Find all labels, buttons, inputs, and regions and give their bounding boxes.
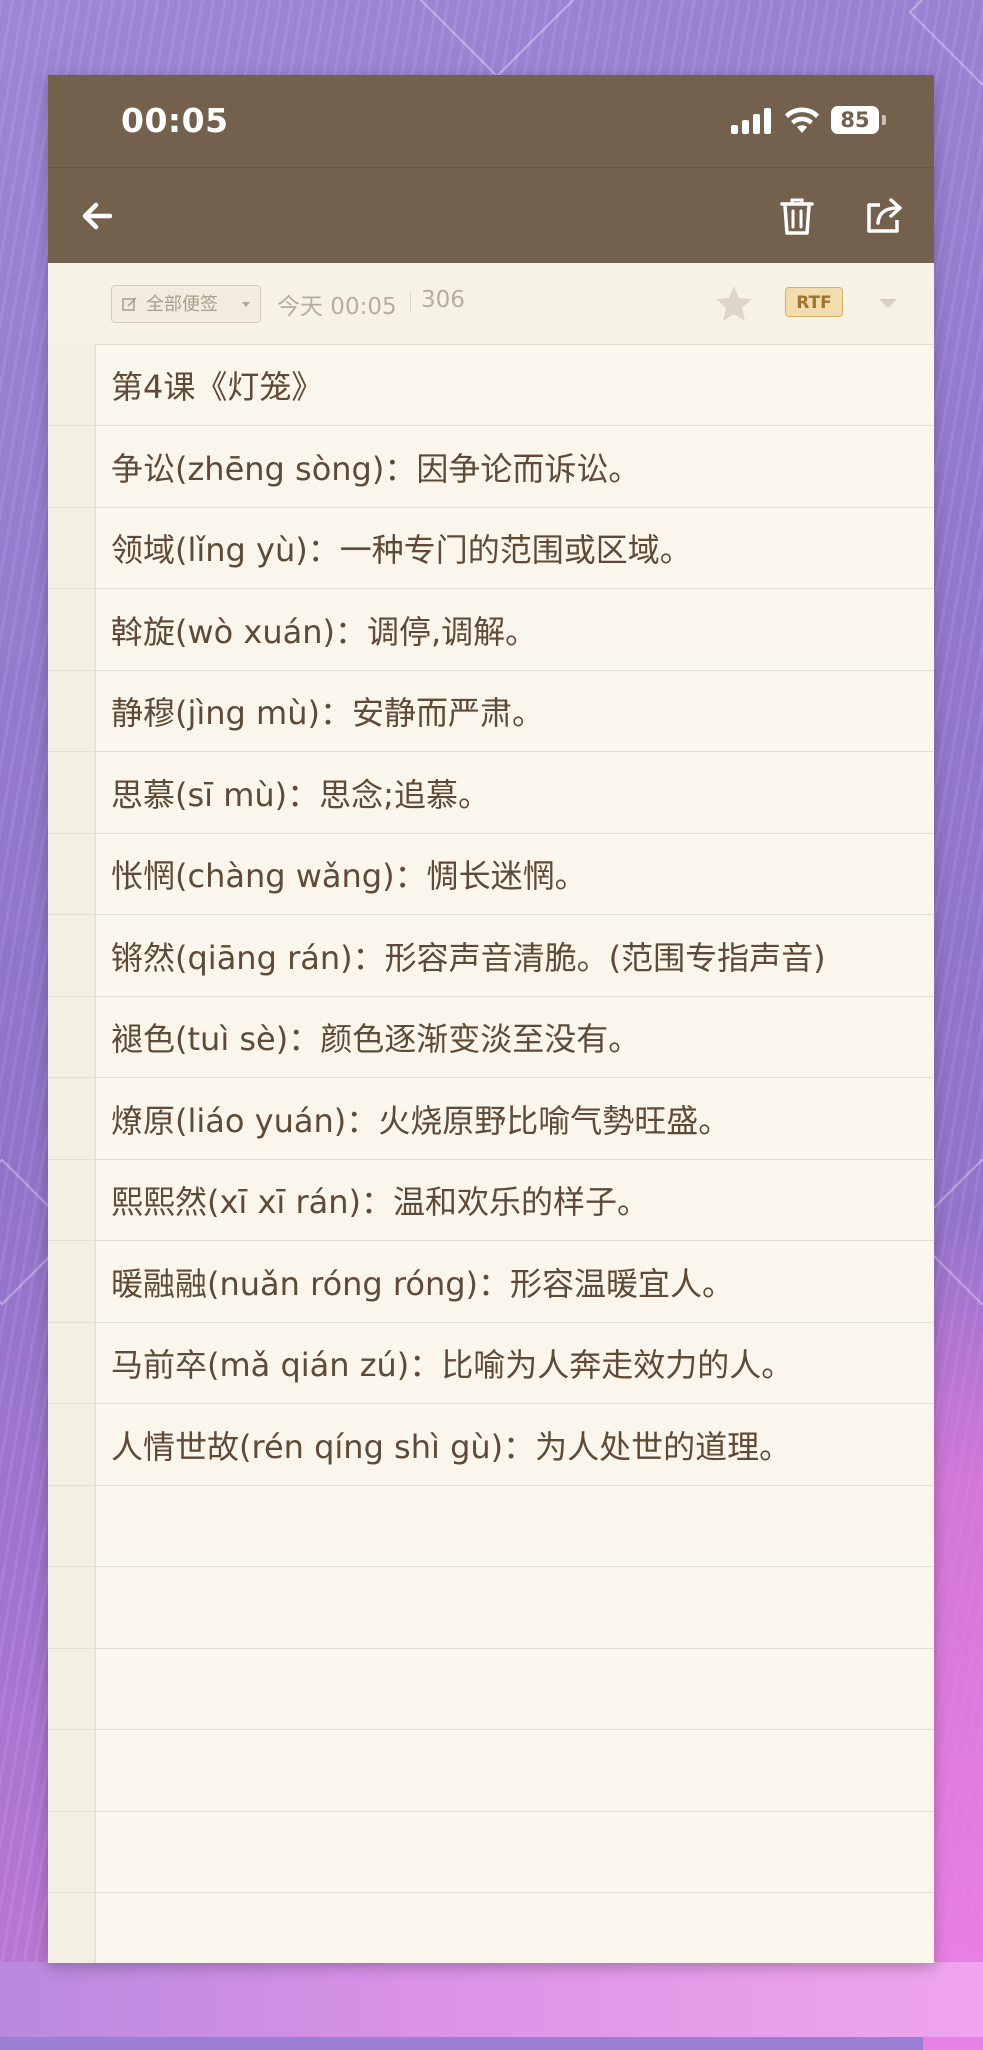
note-line[interactable]: 锵然(qiāng rán)：形容声音清脆。(范围专指声音): [48, 915, 934, 997]
note-line-text: 斡旋(wò xuán)：调停,调解。: [111, 612, 538, 651]
note-line[interactable]: 怅惘(chàng wǎng)：惆长迷惘。: [48, 833, 934, 915]
chevron-down-icon[interactable]: [879, 299, 897, 308]
note-line-text: 静穆(jìng mù)：安静而严肃。: [111, 694, 544, 732]
note-date: 今天 00:05: [277, 294, 397, 320]
divider: [410, 291, 411, 313]
note-line-text: 第4课《灯笼》: [111, 368, 324, 406]
note-line-text: 领域(lǐng yù)：一种专门的范围或区域。: [111, 531, 692, 569]
note-line[interactable]: 熙熙然(xī xī rán)：温和欢乐的样子。: [48, 1159, 934, 1241]
note-line[interactable]: 马前卒(mǎ qián zú)：比喻为人奔走效力的人。: [48, 1322, 934, 1404]
note-line[interactable]: [48, 1485, 934, 1567]
notes-app-window: 00:05 85 全部便签 今天 00:05 306 RTF 第4课《灯笼》 争…: [48, 75, 934, 1963]
note-line-text: 争讼(zhēng sòng)：因争论而诉讼。: [111, 449, 641, 488]
note-line[interactable]: 领域(lǐng yù)：一种专门的范围或区域。: [48, 507, 934, 589]
note-line-text: 人情世故(rén qíng shì gù)：为人处世的道理。: [111, 1427, 792, 1466]
star-icon[interactable]: [714, 283, 754, 323]
note-line-text: 暖融融(nuǎn róng róng)：形容温暖宜人。: [111, 1264, 735, 1303]
note-line-text: 锵然(qiāng rán)：形容声音清脆。(范围专指声音): [111, 938, 826, 977]
chevron-down-icon: [242, 302, 250, 307]
note-line-text: 褪色(tuì sè)：颜色逐渐变淡至没有。: [111, 1020, 641, 1058]
note-line-text: 熙熙然(xī xī rán)：温和欢乐的样子。: [111, 1183, 650, 1221]
note-line[interactable]: 人情世故(rén qíng shì gù)：为人处世的道理。: [48, 1404, 934, 1486]
status-time: 00:05: [121, 101, 229, 140]
rtf-format-badge[interactable]: RTF: [785, 287, 843, 317]
note-line[interactable]: [48, 1567, 934, 1649]
note-line[interactable]: 第4课《灯笼》: [48, 344, 934, 426]
note-line[interactable]: 斡旋(wò xuán)：调停,调解。: [48, 589, 934, 671]
wifi-icon: [785, 107, 819, 133]
note-body[interactable]: 第4课《灯笼》争讼(zhēng sòng)：因争论而诉讼。领域(lǐng yù)…: [48, 344, 934, 1963]
cellular-signal-icon: [731, 108, 773, 134]
note-line[interactable]: 暖融融(nuǎn róng róng)：形容温暖宜人。: [48, 1241, 934, 1323]
folder-tag-dropdown[interactable]: 全部便签: [111, 285, 261, 323]
battery-indicator: 85: [831, 106, 879, 134]
edit-note-icon: [122, 297, 137, 311]
note-line[interactable]: [48, 1893, 934, 1964]
note-line[interactable]: 争讼(zhēng sòng)：因争论而诉讼。: [48, 426, 934, 508]
battery-tip: [882, 115, 886, 125]
note-line[interactable]: 燎原(liáo yuán)：火烧原野比喻气勢旺盛。: [48, 1078, 934, 1160]
note-line[interactable]: [48, 1648, 934, 1730]
arrow-left-icon[interactable]: [74, 192, 122, 240]
note-line-text: 马前卒(mǎ qián zú)：比喻为人奔走效力的人。: [111, 1346, 794, 1384]
note-line[interactable]: [48, 1730, 934, 1812]
note-line[interactable]: [48, 1811, 934, 1893]
note-line[interactable]: 褪色(tuì sè)：颜色逐渐变淡至没有。: [48, 996, 934, 1078]
note-line[interactable]: 静穆(jìng mù)：安静而严肃。: [48, 670, 934, 752]
status-bar: 00:05 85: [48, 75, 934, 167]
note-line-text: 燎原(liáo yuán)：火烧原野比喻气勢旺盛。: [111, 1101, 731, 1140]
wallpaper-accent-bottom: [0, 1962, 983, 2037]
share-icon[interactable]: [860, 192, 908, 240]
note-line[interactable]: 思慕(sī mù)：思念;追慕。: [48, 752, 934, 834]
folder-tag-label: 全部便签: [146, 294, 218, 315]
note-toolbar: [48, 167, 934, 264]
char-count: 306: [421, 287, 465, 313]
note-meta-bar: 全部便签 今天 00:05 306 RTF: [48, 263, 934, 345]
note-line-text: 怅惘(chàng wǎng)：惆长迷惘。: [111, 857, 587, 895]
trash-icon[interactable]: [773, 192, 821, 240]
note-line-text: 思慕(sī mù)：思念;追慕。: [111, 775, 490, 814]
